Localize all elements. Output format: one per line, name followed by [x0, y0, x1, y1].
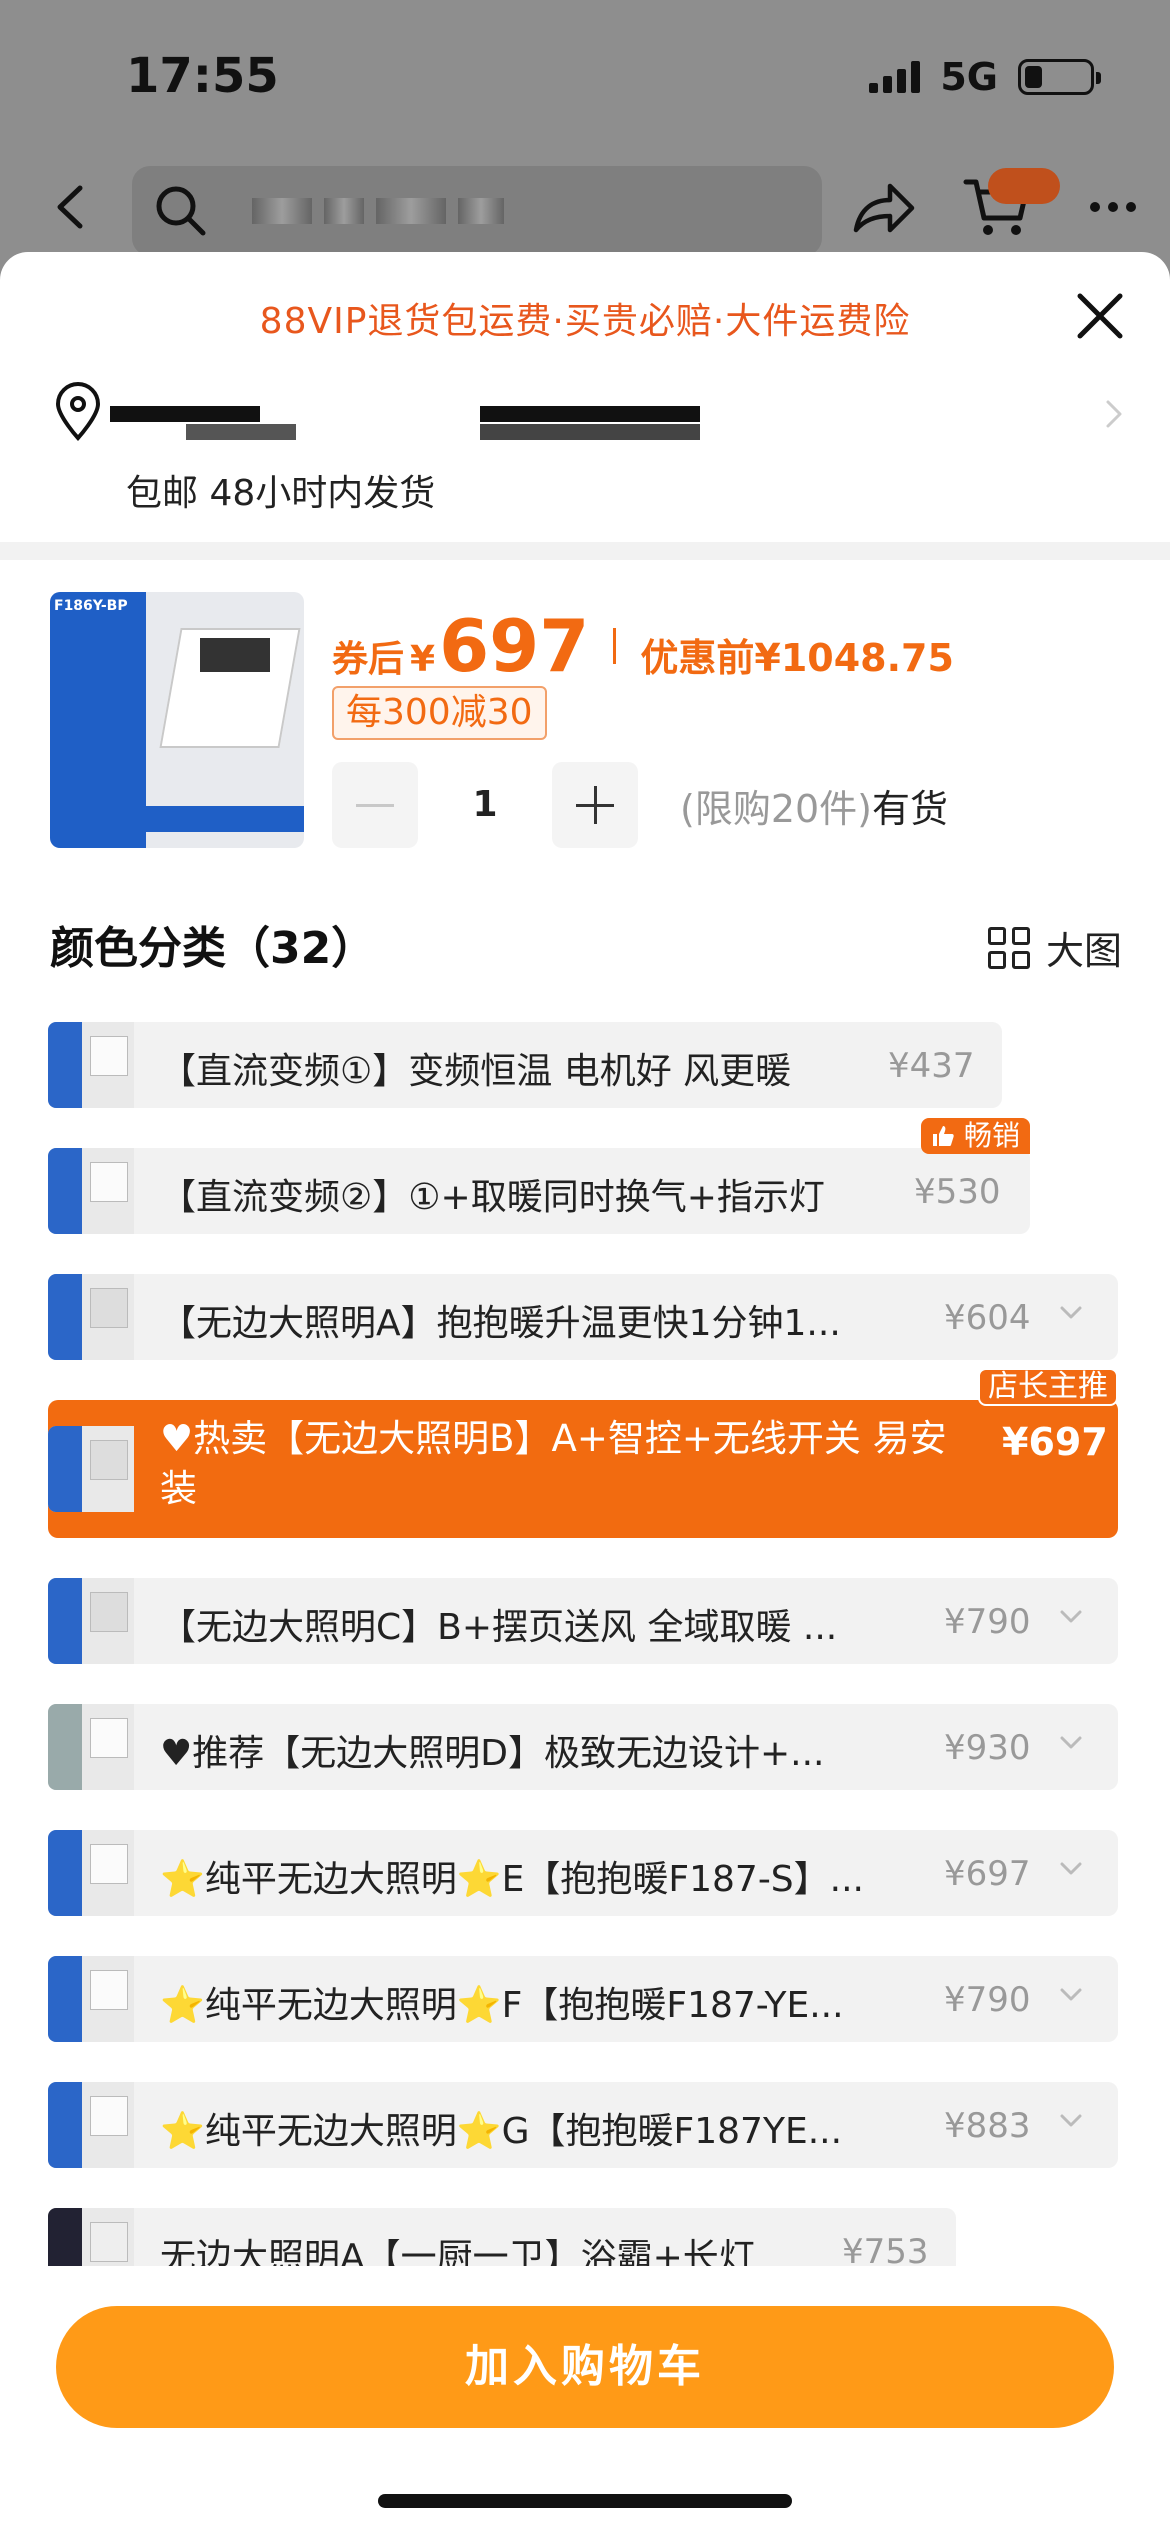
sku-option-price: ¥530 [914, 1172, 1001, 1212]
quantity-value[interactable]: 1 [440, 784, 530, 825]
sku-option-label: ⭐纯平无边大照明⭐E【抱抱暖F187-S】... [160, 1859, 864, 1900]
chevron-down-icon[interactable] [1060, 1306, 1082, 1320]
stock-status: 有货 [872, 787, 949, 831]
sku-option[interactable]: ⭐纯平无边大照明⭐E【抱抱暖F187-S】... ¥697 [48, 1830, 1118, 1916]
sku-option-price: ¥790 [944, 1980, 1031, 2020]
coupon-tag: 每300减30 [332, 686, 547, 740]
price-line: 券后 ¥ 697 优惠前 ¥1048.75 [332, 604, 954, 688]
sku-option-price: ¥697 [1002, 1420, 1108, 1464]
cart-count-badge [988, 168, 1060, 204]
status-bar: 17:55 5G [0, 0, 1170, 150]
grid-icon [987, 926, 1030, 969]
sku-option-thumbnail [48, 1274, 134, 1360]
search-icon [156, 186, 206, 236]
bottom-action-bar: 加入购物车 [0, 2266, 1170, 2532]
sku-option[interactable]: 【直流变频②】①+取暖同时换气+指示灯 ¥530 畅销 [48, 1118, 1030, 1234]
big-view-label: 大图 [1045, 929, 1122, 973]
original-price-label: 优惠前 [640, 636, 755, 680]
manager-pick-badge: 店长主推 [978, 1368, 1118, 1406]
battery-icon [1018, 59, 1101, 95]
sku-option-price: ¥930 [944, 1728, 1031, 1768]
search-query-redacted [252, 198, 504, 224]
sku-option[interactable]: 【直流变频①】变频恒温 电机好 风更暖 ¥437 [48, 1022, 1002, 1108]
back-arrow-icon[interactable] [50, 184, 96, 230]
sku-option-price: ¥883 [944, 2106, 1031, 2146]
chevron-down-icon[interactable] [1060, 1988, 1082, 2002]
original-price: ¥1048.75 [754, 636, 954, 680]
product-summary: F186Y-BP 券后 ¥ 697 优惠前 ¥1048.75 每300减30 1… [0, 592, 1170, 852]
sku-option-label: 【直流变频②】①+取暖同时换气+指示灯 [160, 1177, 825, 1218]
status-time: 17:55 [126, 48, 279, 104]
sku-option[interactable]: 【无边大照明C】B+摆页送风 全域取暖 ... ¥790 [48, 1578, 1118, 1664]
sku-option-label: ⭐纯平无边大照明⭐F【抱抱暖F187-YE... [160, 1985, 844, 2026]
current-price: 697 [439, 604, 590, 688]
best-seller-badge: 畅销 [921, 1118, 1030, 1154]
sku-option-price: ¥697 [944, 1854, 1031, 1894]
more-options-icon[interactable] [1090, 202, 1136, 212]
sku-option-label: ⭐纯平无边大照明⭐G【抱抱暖F187YE... [160, 2111, 843, 2152]
signal-icon [869, 61, 921, 93]
sku-option-price: ¥604 [944, 1298, 1031, 1338]
status-indicators: 5G [869, 55, 1101, 99]
sku-option-thumbnail [48, 1022, 134, 1108]
chevron-down-icon[interactable] [1060, 1862, 1082, 1876]
chevron-down-icon[interactable] [1060, 1610, 1082, 1624]
search-bar[interactable] [132, 166, 822, 256]
sku-option[interactable]: ♥推荐【无边大照明D】极致无边设计+... ¥930 [48, 1704, 1118, 1790]
sku-option[interactable]: ⭐纯平无边大照明⭐F【抱抱暖F187-YE... ¥790 [48, 1956, 1118, 2042]
thumbs-up-icon [933, 1126, 954, 1146]
quantity-increase-button[interactable] [552, 762, 638, 848]
close-icon[interactable] [1072, 288, 1128, 344]
sku-option-thumbnail [48, 1704, 134, 1790]
address-redacted [110, 390, 710, 450]
location-pin-icon [55, 382, 101, 441]
price-label: 券后 [332, 639, 405, 680]
color-category-title: 颜色分类（32） [50, 923, 376, 974]
sku-option-label: ♥推荐【无边大照明D】极致无边设计+... [160, 1733, 825, 1774]
sku-option-thumbnail [48, 1148, 134, 1234]
network-label: 5G [940, 55, 998, 99]
sku-option-price: ¥437 [888, 1046, 975, 1086]
quantity-limit: (限购20件)有货 [680, 787, 949, 831]
home-indicator [378, 2494, 792, 2508]
promo-banner: 88VIP退货包运费·买贵必赔·大件运费险 [259, 301, 911, 342]
sku-option-label: 【无边大照明A】抱抱暖升温更快1分钟1... [160, 1303, 841, 1344]
section-divider [0, 542, 1170, 560]
sku-sheet: 88VIP退货包运费·买贵必赔·大件运费险 包邮 48小时内发货 F186Y-B… [0, 252, 1170, 2532]
sku-option[interactable]: ⭐纯平无边大照明⭐G【抱抱暖F187YE... ¥883 [48, 2082, 1118, 2168]
top-nav [0, 160, 1170, 260]
sku-option-thumbnail [48, 2082, 134, 2168]
sku-option-thumbnail [48, 1426, 134, 1512]
sku-option-thumbnail [48, 1830, 134, 1916]
chevron-down-icon[interactable] [1060, 2114, 1082, 2128]
sku-option-label: ♥热卖【无边大照明B】A+智控+无线开关 易安装 [160, 1417, 947, 1510]
share-icon[interactable] [850, 178, 916, 238]
chevron-right-icon [1106, 400, 1122, 428]
chevron-down-icon[interactable] [1060, 1736, 1082, 1750]
currency-symbol: ¥ [410, 639, 436, 680]
sku-option-selected[interactable]: ♥热卖【无边大照明B】A+智控+无线开关 易安装 ¥697 店长主推 [48, 1368, 1118, 1538]
sku-option-thumbnail [48, 1578, 134, 1664]
sku-option-thumbnail [48, 1956, 134, 2042]
product-thumbnail[interactable]: F186Y-BP [50, 592, 304, 848]
big-view-toggle[interactable]: 大图 [987, 920, 1122, 975]
shipping-info: 包邮 48小时内发货 [126, 473, 436, 514]
sku-option-label: 【无边大照明C】B+摆页送风 全域取暖 ... [160, 1607, 838, 1648]
sku-option[interactable]: 【无边大照明A】抱抱暖升温更快1分钟1... ¥604 [48, 1274, 1118, 1360]
sku-option-price: ¥790 [944, 1602, 1031, 1642]
sku-option-label: 【直流变频①】变频恒温 电机好 风更暖 [160, 1051, 792, 1092]
add-to-cart-button[interactable]: 加入购物车 [56, 2306, 1114, 2428]
quantity-decrease-button[interactable] [332, 762, 418, 848]
